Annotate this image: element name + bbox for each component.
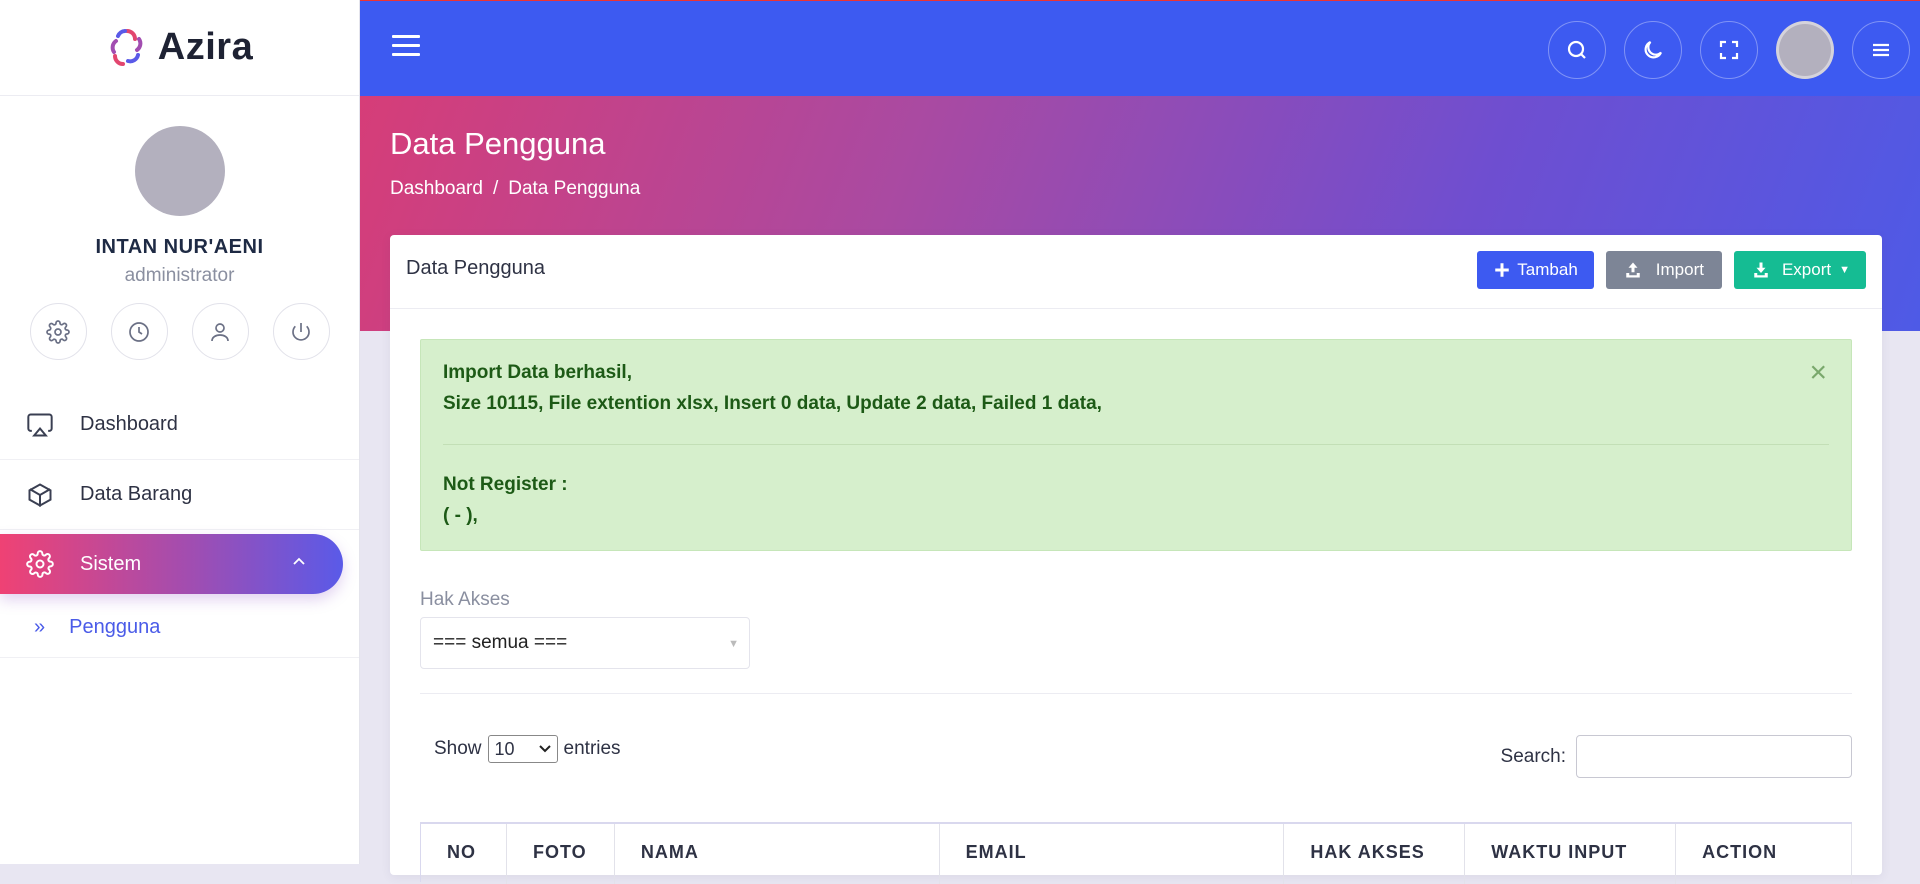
breadcrumb-current: Data Pengguna bbox=[508, 178, 641, 199]
azira-logo-icon bbox=[110, 28, 143, 66]
show-entries: Show 10 entries bbox=[434, 735, 621, 763]
menu-button[interactable] bbox=[1852, 21, 1910, 79]
chevron-down-icon: ▼ bbox=[728, 638, 739, 650]
entries-value: 10 bbox=[494, 738, 515, 759]
sidebar-item-sistem[interactable]: Sistem bbox=[0, 534, 343, 594]
sidebar-item-label: Data Barang bbox=[80, 483, 193, 505]
add-button[interactable]: Tambah bbox=[1477, 251, 1594, 289]
entries-select[interactable]: 10 bbox=[487, 735, 558, 763]
hak-akses-value: === semua === bbox=[433, 632, 568, 653]
table-search: Search: bbox=[1501, 735, 1852, 778]
search-icon bbox=[1567, 40, 1586, 59]
alert-line: ( - ), bbox=[443, 505, 478, 526]
user-role: administrator bbox=[124, 265, 235, 286]
dark-mode-toggle[interactable] bbox=[1624, 21, 1682, 79]
column-header-nama[interactable]: NAMA bbox=[615, 824, 940, 884]
breadcrumb-link-dashboard[interactable]: Dashboard bbox=[390, 178, 483, 199]
search-label: Search: bbox=[1500, 745, 1566, 767]
power-icon bbox=[292, 322, 310, 341]
import-button[interactable]: Import bbox=[1605, 251, 1722, 289]
chevron-up-icon bbox=[289, 552, 309, 577]
clock-icon bbox=[129, 321, 149, 342]
card-actions: Tambah Import Export ▼ bbox=[1477, 251, 1866, 289]
menu-icon bbox=[1873, 43, 1889, 57]
plus-icon bbox=[1495, 263, 1510, 277]
export-dropdown-button[interactable]: Export ▼ bbox=[1733, 251, 1866, 289]
sidebar: Azira INTAN NUR'AENI administrator Dashb… bbox=[0, 0, 360, 864]
sidebar-subitem-label: Pengguna bbox=[69, 616, 161, 638]
column-header-foto[interactable]: FOTO bbox=[507, 824, 615, 884]
brand[interactable]: Azira bbox=[0, 0, 359, 96]
filter-label: Hak Akses bbox=[420, 589, 510, 610]
alert-line: Not Register : bbox=[443, 474, 568, 495]
column-header-no[interactable]: NO bbox=[421, 824, 507, 884]
search-button[interactable] bbox=[1548, 21, 1606, 79]
hak-akses-select[interactable]: === semua === ▼ bbox=[420, 617, 750, 669]
settings-button[interactable] bbox=[29, 303, 87, 360]
alert-line: Import Data berhasil, bbox=[443, 362, 632, 383]
entries-label: entries bbox=[563, 738, 621, 759]
profile-button[interactable] bbox=[191, 303, 249, 360]
logout-button[interactable] bbox=[272, 303, 330, 360]
card-header: Data Pengguna Tambah Import Export ▼ bbox=[390, 235, 1882, 309]
gear-icon bbox=[46, 319, 70, 344]
sidebar-toggle-button[interactable] bbox=[392, 35, 420, 57]
avatar[interactable] bbox=[1776, 21, 1834, 79]
sidebar-menu: Dashboard Data Barang Sistem » Pengguna bbox=[0, 390, 359, 658]
caret-down-icon: ▼ bbox=[1839, 264, 1850, 276]
upload-icon bbox=[1626, 262, 1640, 278]
close-icon[interactable]: × bbox=[1809, 356, 1827, 390]
export-button-label: Export bbox=[1781, 260, 1832, 279]
add-button-label: Tambah bbox=[1517, 260, 1578, 279]
sidebar-item-data-barang[interactable]: Data Barang bbox=[0, 460, 359, 530]
user-icon bbox=[211, 322, 229, 341]
show-label: Show bbox=[434, 738, 482, 759]
chevron-down-icon bbox=[538, 745, 551, 753]
column-header-hak-akses[interactable]: HAK AKSES bbox=[1284, 824, 1466, 884]
topbar-actions bbox=[1548, 21, 1910, 79]
double-chevron-icon: » bbox=[34, 616, 46, 638]
column-header-action[interactable]: ACTION bbox=[1676, 824, 1853, 884]
gear-icon bbox=[26, 550, 54, 578]
breadcrumb-separator: / bbox=[492, 178, 499, 199]
quick-actions bbox=[0, 303, 359, 360]
download-icon bbox=[1754, 262, 1768, 278]
brand-name: Azira bbox=[157, 26, 254, 68]
history-button[interactable] bbox=[110, 303, 168, 360]
card-title: Data Pengguna bbox=[406, 257, 546, 279]
fullscreen-icon bbox=[1719, 40, 1739, 60]
sidebar-item-label: Dashboard bbox=[80, 413, 178, 435]
import-button-label: Import bbox=[1655, 260, 1704, 279]
monitor-icon bbox=[27, 413, 53, 436]
user-profile: INTAN NUR'AENI administrator bbox=[0, 96, 359, 360]
sidebar-subitem-pengguna[interactable]: » Pengguna bbox=[0, 598, 359, 658]
data-card: Data Pengguna Tambah Import Export ▼ Imp… bbox=[390, 235, 1882, 884]
user-name: INTAN NUR'AENI bbox=[95, 236, 264, 258]
column-header-email[interactable]: EMAIL bbox=[940, 824, 1285, 884]
sidebar-item-dashboard[interactable]: Dashboard bbox=[0, 390, 359, 460]
breadcrumb: Dashboard / Data Pengguna bbox=[390, 178, 640, 200]
import-result-alert: Import Data berhasil, Size 10115, File e… bbox=[420, 339, 1852, 551]
moon-icon bbox=[1644, 40, 1663, 59]
avatar[interactable] bbox=[134, 126, 225, 216]
topbar bbox=[360, 0, 1920, 96]
page-title: Data Pengguna bbox=[390, 126, 606, 161]
sidebar-item-label: Sistem bbox=[80, 552, 142, 575]
alert-line: Size 10115, File extention xlsx, Insert … bbox=[443, 393, 1102, 414]
column-header-waktu-input[interactable]: WAKTU INPUT bbox=[1465, 824, 1677, 884]
table-header: NO FOTO NAMA EMAIL HAK AKSES WAKTU INPUT… bbox=[420, 822, 1853, 884]
alert-divider bbox=[443, 444, 1829, 445]
fullscreen-button[interactable] bbox=[1700, 21, 1758, 79]
box-icon bbox=[28, 482, 52, 507]
divider bbox=[420, 693, 1852, 694]
search-input[interactable] bbox=[1576, 735, 1852, 778]
